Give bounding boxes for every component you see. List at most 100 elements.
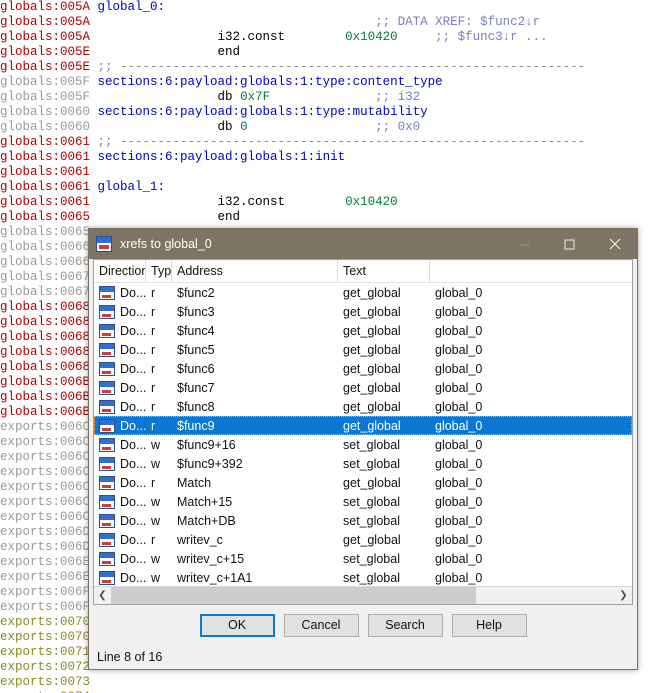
cell-text: get_global bbox=[343, 361, 401, 376]
cell-type: w bbox=[151, 513, 161, 528]
line-address: globals:006B bbox=[0, 375, 98, 389]
horizontal-scrollbar[interactable]: ❮ ❯ bbox=[94, 586, 632, 604]
scrollbar-thumb[interactable] bbox=[111, 587, 477, 604]
table-row[interactable]: Do... w Match+DB set_global global_0 bbox=[94, 511, 632, 530]
table-row[interactable]: Do... r writev_c get_global global_0 bbox=[94, 530, 632, 549]
table-row[interactable]: Do... r $func5 get_global global_0 bbox=[94, 340, 632, 359]
xrefs-dialog[interactable]: xrefs to global_0 Direction Typ Address Tex… bbox=[88, 228, 638, 670]
disassembly-line[interactable]: globals:0061 ;; ------------------------… bbox=[0, 135, 652, 150]
column-header-text[interactable]: Text bbox=[338, 260, 430, 282]
cancel-button[interactable]: Cancel bbox=[283, 613, 359, 637]
line-address: globals:0065 bbox=[0, 225, 98, 239]
xrefs-list[interactable]: Direction Typ Address Text Do... r $func2 get_… bbox=[93, 259, 633, 605]
column-header-address[interactable]: Address bbox=[172, 260, 338, 282]
table-row[interactable]: Do... r Match get_global global_0 bbox=[94, 473, 632, 492]
cell-direction: Do... bbox=[94, 342, 146, 357]
disassembly-line[interactable]: globals:005E end bbox=[0, 45, 652, 60]
disassembly-line[interactable]: globals:0065 end bbox=[0, 210, 652, 225]
line-address: globals:0068 bbox=[0, 360, 98, 374]
disassembly-line[interactable]: exports:0073 bbox=[0, 675, 652, 690]
line-address: globals:005E bbox=[0, 45, 98, 59]
close-icon[interactable] bbox=[592, 229, 637, 259]
line-address: globals:005F bbox=[0, 75, 98, 89]
disassembly-line[interactable]: globals:0061 sections:6:payload:globals:… bbox=[0, 150, 652, 165]
help-button[interactable]: Help bbox=[451, 613, 527, 637]
cell-text: get_global bbox=[343, 532, 401, 547]
cell-type: r bbox=[151, 418, 156, 433]
cell-type: r bbox=[151, 285, 156, 300]
cell-name: global_0 bbox=[435, 494, 483, 509]
line-address: exports:006E bbox=[0, 555, 98, 569]
table-row[interactable]: Do... r $func7 get_global global_0 bbox=[94, 378, 632, 397]
code-token: 0 bbox=[240, 120, 248, 134]
disassembly-line[interactable]: globals:005A i32.const 0x10420 ;; $func3… bbox=[0, 30, 652, 45]
code-token: end bbox=[97, 210, 241, 224]
cell-text: set_global bbox=[343, 494, 400, 509]
cell-name: global_0 bbox=[435, 532, 483, 547]
line-address: exports:006C bbox=[0, 435, 98, 449]
table-row[interactable]: Do... r $func6 get_global global_0 bbox=[94, 359, 632, 378]
window-controls[interactable] bbox=[502, 229, 637, 259]
cell-type: r bbox=[151, 475, 156, 490]
disassembly-line[interactable]: globals:005F db 0x7F ;; i32 bbox=[0, 90, 652, 105]
cell-name: global_0 bbox=[435, 361, 483, 376]
code-token: 0x10420 bbox=[345, 30, 398, 44]
column-header-type[interactable]: Typ bbox=[146, 260, 172, 282]
disassembly-line[interactable]: globals:0060 db 0 ;; 0x0 bbox=[0, 120, 652, 135]
chevron-left-icon[interactable]: ❮ bbox=[94, 587, 111, 604]
dialog-titlebar[interactable]: xrefs to global_0 bbox=[89, 229, 637, 259]
line-address: exports:006D bbox=[0, 525, 98, 539]
disassembly-line[interactable]: globals:005A global_0: bbox=[0, 0, 652, 15]
table-row[interactable]: Do... r $func8 get_global global_0 bbox=[94, 397, 632, 416]
cell-direction-label: Do... bbox=[120, 494, 146, 509]
line-address: exports:006D bbox=[0, 540, 98, 554]
line-address: exports:006C bbox=[0, 420, 98, 434]
cell-address: writev_c+15 bbox=[177, 551, 245, 566]
column-header-name[interactable] bbox=[430, 260, 632, 282]
table-row[interactable]: Do... r $func4 get_global global_0 bbox=[94, 321, 632, 340]
disassembly-line[interactable]: globals:0061 global_1: bbox=[0, 180, 652, 195]
disassembly-line[interactable]: globals:005E ;; ------------------------… bbox=[0, 60, 652, 75]
ok-button[interactable]: OK bbox=[199, 613, 275, 637]
cell-text: get_global bbox=[343, 380, 401, 395]
scrollbar-track[interactable] bbox=[111, 587, 615, 604]
xref-row-icon bbox=[99, 285, 115, 300]
maximize-icon[interactable] bbox=[547, 229, 592, 259]
search-button[interactable]: Search bbox=[367, 613, 443, 637]
xrefs-column-header[interactable]: Direction Typ Address Text bbox=[94, 260, 632, 283]
table-row[interactable]: Do... r $func3 get_global global_0 bbox=[94, 302, 632, 321]
cell-address: $func9 bbox=[177, 418, 215, 433]
cell-direction: Do... bbox=[94, 304, 146, 319]
cell-type: r bbox=[151, 380, 156, 395]
cell-type: w bbox=[151, 551, 161, 566]
cell-direction: Do... bbox=[94, 456, 146, 471]
table-row[interactable]: Do... r $func2 get_global global_0 bbox=[94, 283, 632, 302]
cell-address: $func9+16 bbox=[177, 437, 236, 452]
code-token: sections:6:payload:globals:1:init bbox=[97, 150, 346, 164]
table-row[interactable]: Do... w $func9+16 set_global global_0 bbox=[94, 435, 632, 454]
xrefs-row-container[interactable]: Do... r $func2 get_global global_0 Do... r $fun… bbox=[94, 283, 632, 586]
column-header-direction[interactable]: Direction bbox=[94, 260, 146, 282]
code-token: ;; 0x0 bbox=[247, 120, 421, 134]
table-row[interactable]: Do... w writev_c+15 set_global global_0 bbox=[94, 549, 632, 568]
line-address: exports:0071 bbox=[0, 645, 98, 659]
line-address: globals:0068 bbox=[0, 330, 98, 344]
disassembly-line[interactable]: globals:005F sections:6:payload:globals:… bbox=[0, 75, 652, 90]
minimize-icon[interactable] bbox=[502, 229, 547, 259]
disassembly-line[interactable]: globals:0060 sections:6:payload:globals:… bbox=[0, 105, 652, 120]
disassembly-line[interactable]: globals:005A ;; DATA XREF: $func2↓r bbox=[0, 15, 652, 30]
chevron-right-icon[interactable]: ❯ bbox=[615, 587, 632, 604]
table-row[interactable]: Do... w $func9+392 set_global global_0 bbox=[94, 454, 632, 473]
cell-direction-label: Do... bbox=[120, 513, 146, 528]
table-row[interactable]: Do... w writev_c+1A1 set_global global_0 bbox=[94, 568, 632, 586]
disassembly-line[interactable]: globals:0061 i32.const 0x10420 bbox=[0, 195, 652, 210]
table-row[interactable]: Do... w Match+15 set_global global_0 bbox=[94, 492, 632, 511]
cell-text: get_global bbox=[343, 475, 401, 490]
cell-name: global_0 bbox=[435, 570, 483, 585]
disassembly-line[interactable]: globals:0061 bbox=[0, 165, 652, 180]
table-row[interactable]: Do... r $func9 get_global global_0 bbox=[94, 416, 632, 435]
cell-direction-label: Do... bbox=[120, 418, 146, 433]
cell-name: global_0 bbox=[435, 399, 483, 414]
cell-direction: Do... bbox=[94, 380, 146, 395]
code-token: db bbox=[97, 90, 241, 104]
